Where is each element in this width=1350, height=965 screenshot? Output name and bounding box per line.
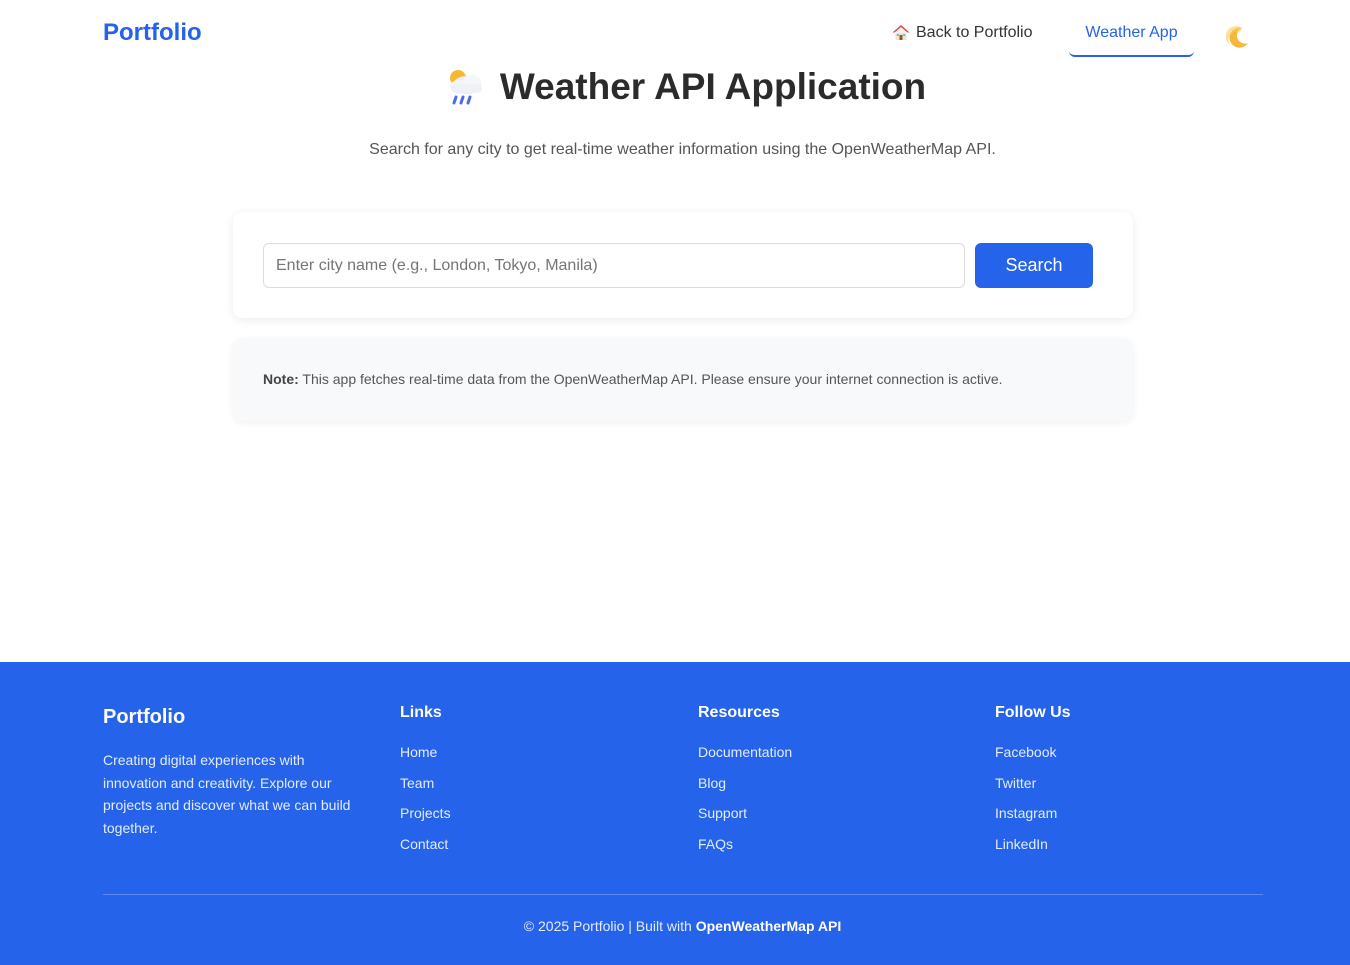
nav-back-label: Back to Portfolio	[916, 24, 1033, 41]
search-button[interactable]: Search	[975, 243, 1093, 288]
footer-link-home[interactable]: Home	[400, 744, 451, 775]
footer-link-linkedin[interactable]: LinkedIn	[995, 836, 1071, 867]
theme-toggle-button[interactable]	[1224, 24, 1252, 52]
footer-link-contact[interactable]: Contact	[400, 836, 451, 867]
footer-social-heading: Follow Us	[995, 704, 1071, 721]
house-icon	[892, 25, 910, 40]
footer-link-blog[interactable]: Blog	[698, 775, 792, 806]
city-search-input[interactable]	[263, 243, 965, 288]
footer-link-team[interactable]: Team	[400, 775, 451, 806]
nav-weather-app-tab[interactable]: Weather App	[1069, 12, 1194, 57]
copyright-text: © 2025 Portfolio | Built with OpenWeathe…	[0, 918, 1350, 934]
footer-link-twitter[interactable]: Twitter	[995, 775, 1071, 806]
nav-weather-label: Weather App	[1085, 24, 1178, 41]
footer-link-instagram[interactable]: Instagram	[995, 805, 1071, 836]
moon-icon	[1226, 26, 1248, 48]
footer-link-documentation[interactable]: Documentation	[698, 744, 792, 775]
footer-links-heading: Links	[400, 704, 442, 721]
note-text: This app fetches real-time data from the…	[302, 371, 1003, 387]
note-card: Note: This app fetches real-time data fr…	[233, 338, 1133, 421]
footer-link-support[interactable]: Support	[698, 805, 792, 836]
footer-brand: Portfolio	[103, 706, 186, 728]
footer-link-facebook[interactable]: Facebook	[995, 744, 1071, 775]
footer-about-column: Portfolio Creating digital experiences w…	[103, 704, 363, 840]
footer-links-list: Home Team Projects Contact	[400, 744, 451, 866]
footer-social-list: Facebook Twitter Instagram LinkedIn	[995, 744, 1071, 866]
footer-resources-list: Documentation Blog Support FAQs	[698, 744, 792, 866]
footer-social-column: Follow Us Facebook Twitter Instagram Lin…	[995, 704, 1071, 866]
site-footer: Portfolio Creating digital experiences w…	[0, 662, 1350, 965]
footer-description: Creating digital experiences with innova…	[103, 752, 351, 837]
page-subtitle: Search for any city to get real-time wea…	[369, 141, 996, 158]
note-label: Note:	[263, 371, 299, 387]
hero-title-row: Weather API Application	[0, 66, 1350, 108]
site-header: Portfolio Back to Portfolio Weather App	[0, 0, 1350, 68]
copyright-api-credit: OpenWeatherMap API	[695, 918, 842, 934]
copyright-prefix: © 2025 Portfolio | Built with	[523, 918, 692, 934]
footer-divider	[103, 894, 1263, 895]
footer-links-column: Links Home Team Projects Contact	[400, 704, 451, 866]
search-card: Search	[233, 212, 1133, 318]
cloud-rain-icon	[449, 70, 482, 105]
page-title: Weather API Application	[499, 66, 927, 107]
footer-link-faqs[interactable]: FAQs	[698, 836, 792, 867]
footer-link-projects[interactable]: Projects	[400, 805, 451, 836]
nav-back-to-portfolio[interactable]: Back to Portfolio	[892, 24, 1033, 42]
footer-resources-column: Resources Documentation Blog Support FAQ…	[698, 704, 792, 866]
footer-resources-heading: Resources	[698, 704, 780, 721]
brand-logo-link[interactable]: Portfolio	[103, 19, 202, 47]
